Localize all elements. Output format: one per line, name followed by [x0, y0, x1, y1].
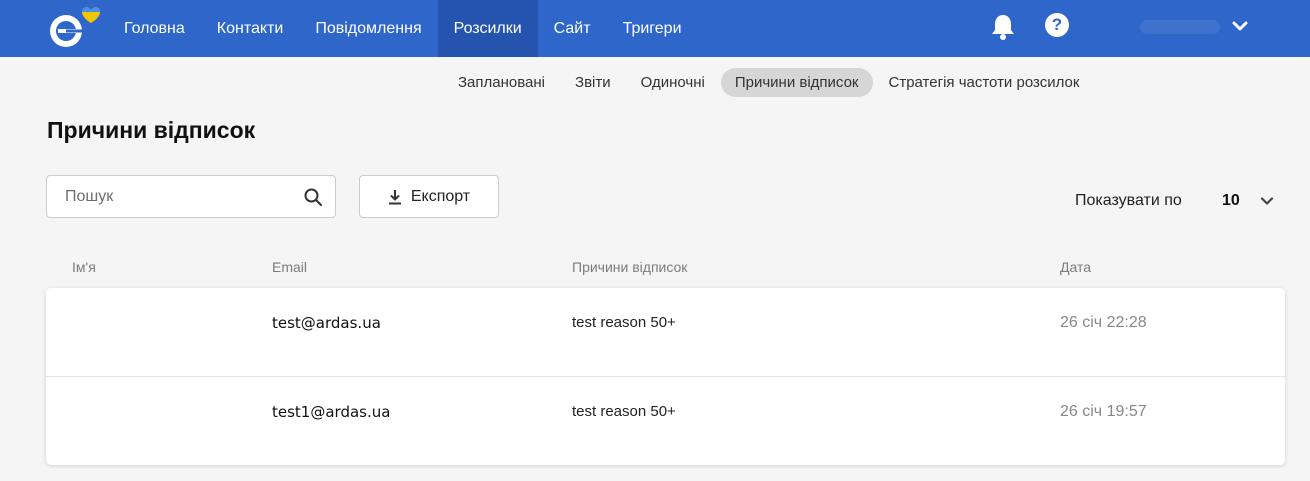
row-date: 26 січ 19:57: [1060, 403, 1147, 420]
table-row[interactable]: test1@ardas.ua test reason 50+ 26 січ 19…: [46, 376, 1285, 464]
help-icon[interactable]: ?: [1045, 13, 1069, 37]
row-email: test1@ardas.ua: [272, 403, 391, 421]
search-input[interactable]: [47, 176, 287, 217]
logo-icon[interactable]: [44, 4, 108, 50]
tab-unsubscribe-reasons[interactable]: Причини відписок: [720, 68, 873, 97]
chevron-down-icon[interactable]: [1230, 16, 1250, 36]
nav-item-site[interactable]: Сайт: [538, 0, 607, 57]
table-row[interactable]: test@ardas.ua test reason 50+ 26 січ 22:…: [46, 288, 1285, 376]
search-icon[interactable]: [303, 187, 323, 207]
row-email: test@ardas.ua: [272, 314, 381, 332]
unsubscribe-table: test@ardas.ua test reason 50+ 26 січ 22:…: [46, 288, 1285, 465]
download-icon: [388, 189, 401, 204]
top-navbar: Головна Контакти Повідомлення Розсилки С…: [0, 0, 1310, 57]
page-title: Причини відписок: [47, 117, 256, 143]
per-page-value: 10: [1222, 192, 1240, 209]
search-box: [46, 175, 336, 218]
tab-single[interactable]: Одиночні: [627, 68, 719, 97]
nav-item-messages[interactable]: Повідомлення: [299, 0, 437, 57]
column-header-email: Email: [272, 259, 308, 275]
per-page-label: Показувати по: [1075, 192, 1182, 209]
row-reason: test reason 50+: [572, 403, 676, 420]
chevron-down-icon: [1260, 197, 1274, 205]
user-menu[interactable]: [1140, 20, 1220, 34]
export-label: Експорт: [410, 187, 471, 205]
export-button[interactable]: Експорт: [359, 175, 499, 218]
nav-item-contacts[interactable]: Контакти: [201, 0, 300, 57]
sub-tabs: Заплановані Звіти Одиночні Причини відпи…: [444, 68, 1095, 97]
main-nav: Головна Контакти Повідомлення Розсилки С…: [108, 0, 698, 57]
nav-item-triggers[interactable]: Тригери: [607, 0, 698, 57]
nav-item-mailings[interactable]: Розсилки: [437, 0, 538, 57]
per-page-select[interactable]: 10: [1210, 184, 1280, 218]
row-reason: test reason 50+: [572, 314, 676, 331]
tab-scheduled[interactable]: Заплановані: [444, 68, 559, 97]
nav-item-home[interactable]: Головна: [108, 0, 201, 57]
tab-frequency-strategy[interactable]: Стратегія частоти розсилок: [875, 68, 1094, 97]
tab-reports[interactable]: Звіти: [561, 68, 625, 97]
column-header-date: Дата: [1060, 259, 1092, 275]
column-header-name: Ім'я: [72, 259, 96, 275]
column-header-reason: Причини відписок: [572, 259, 688, 275]
bell-icon[interactable]: [990, 12, 1016, 40]
row-date: 26 січ 22:28: [1060, 314, 1147, 331]
